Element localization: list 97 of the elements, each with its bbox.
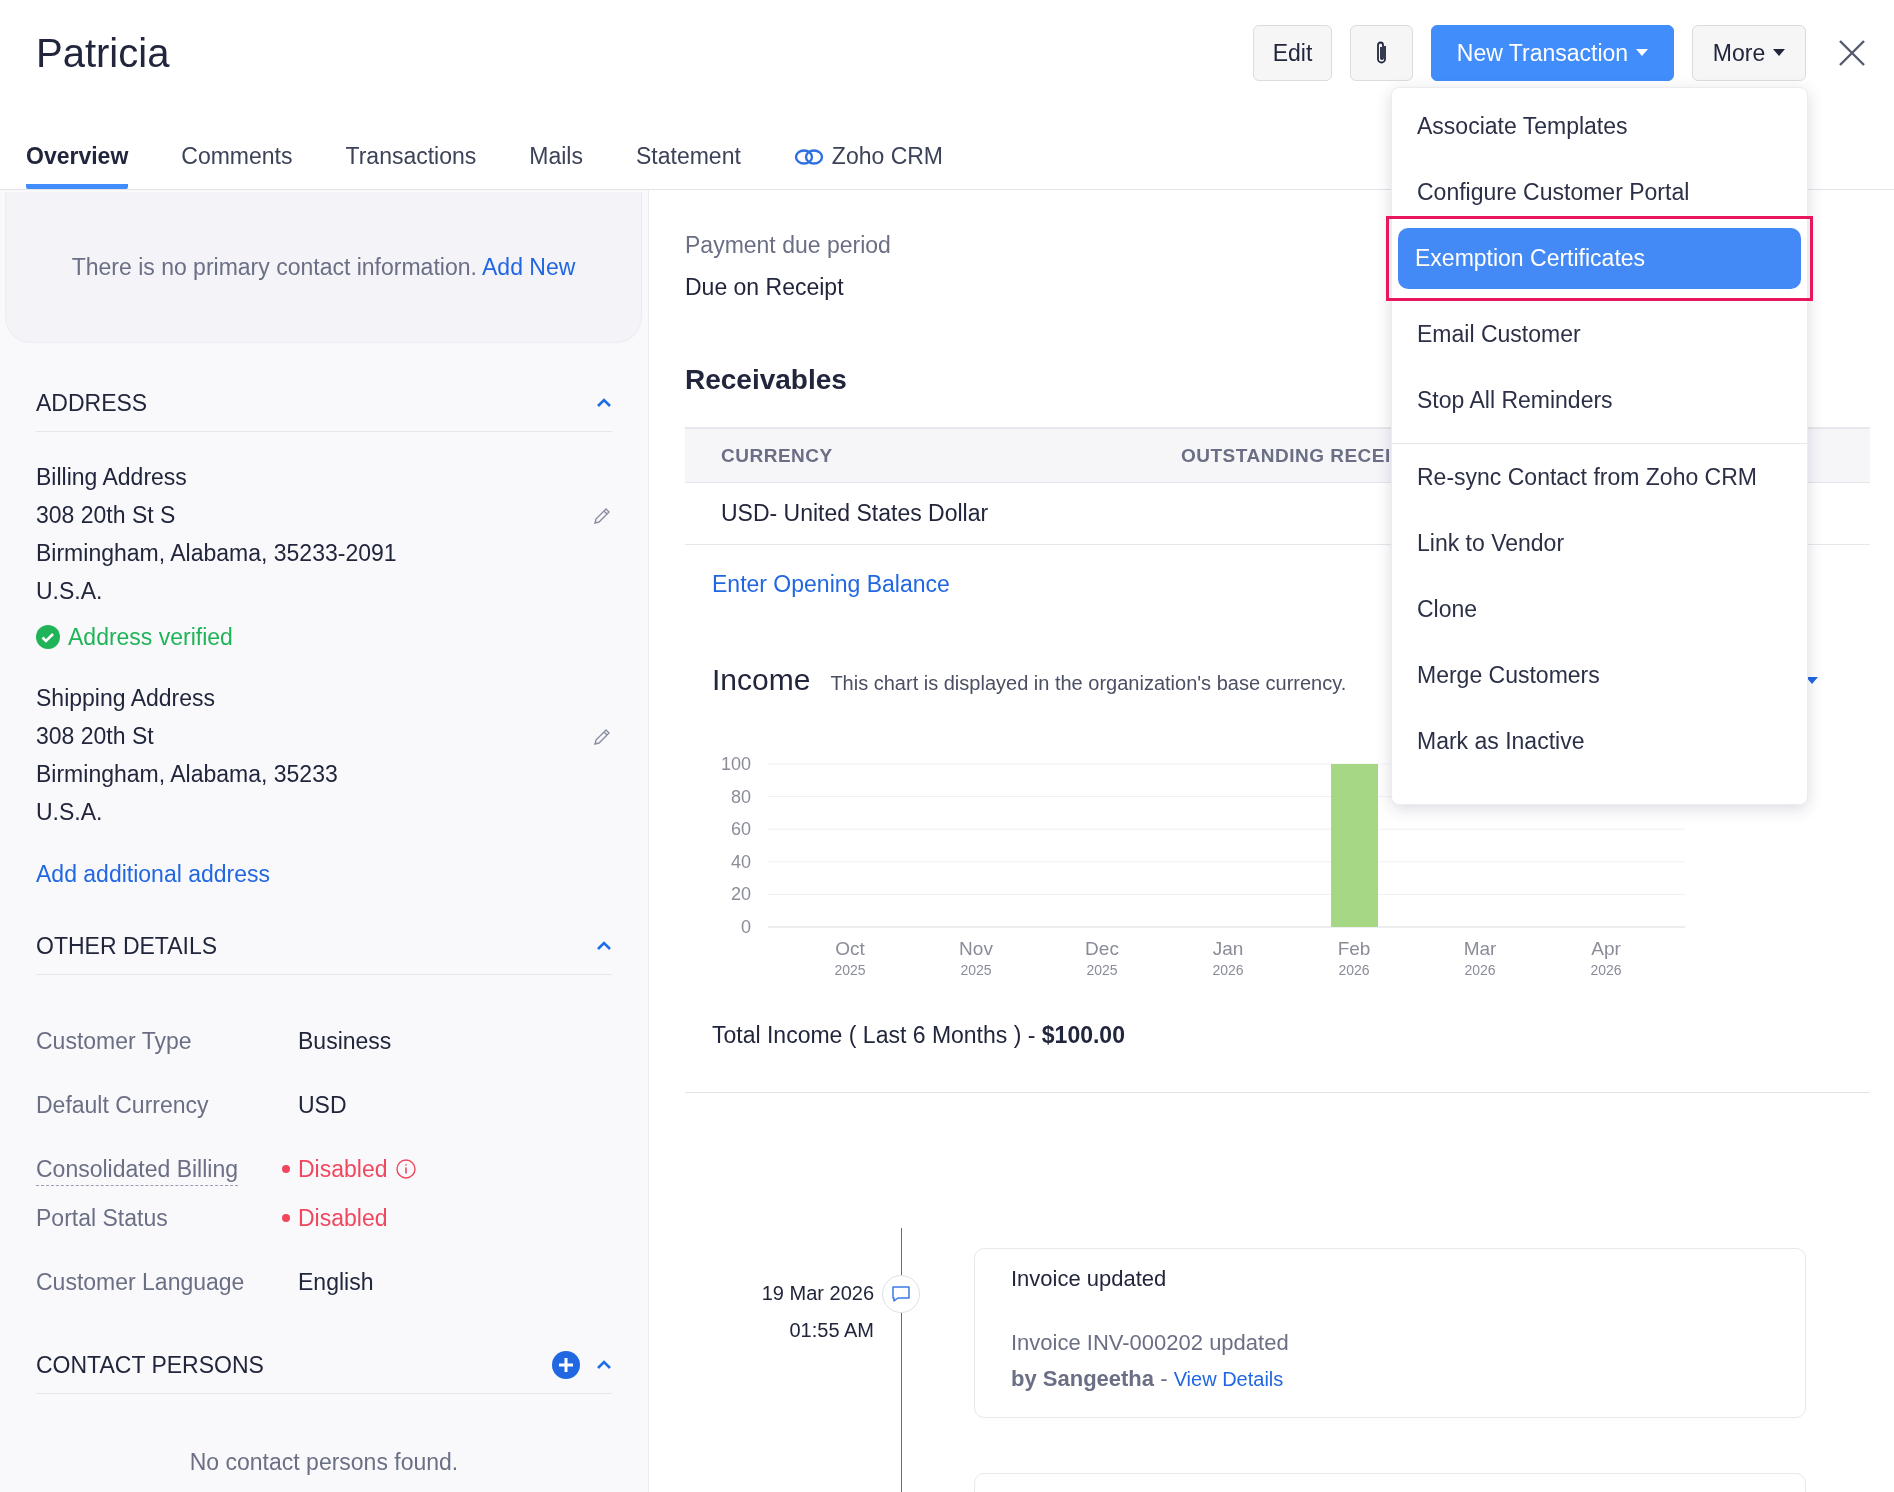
total-income: Total Income ( Last 6 Months ) - $100.00 (711, 1021, 1125, 1050)
menu-item[interactable]: Merge Customers (1392, 642, 1807, 708)
menu-item[interactable]: Associate Templates (1392, 93, 1807, 159)
close-icon (1838, 39, 1866, 67)
attachment-button[interactable] (1350, 25, 1413, 81)
no-contact-message: There is no primary contact information. Add New (71, 253, 576, 281)
axis-tick-label: 20 (730, 884, 751, 905)
section-title: Receivables (685, 363, 847, 397)
menu-item[interactable]: Email Customer (1392, 301, 1807, 367)
detail-label: Consolidated Billing (36, 1155, 239, 1183)
address-line: 308 20th St (36, 722, 155, 751)
more-button[interactable]: More (1692, 25, 1806, 81)
address-line: U.S.A. (36, 577, 104, 606)
address-title: Shipping Address (36, 684, 216, 713)
menu-item[interactable]: Re-sync Contact from Zoho CRM (1392, 443, 1807, 510)
customer-name: Patricia (36, 30, 171, 76)
edit-button[interactable]: Edit (1253, 25, 1332, 81)
menu-item[interactable]: Clone (1392, 576, 1807, 642)
tab[interactable]: Comments (181, 143, 293, 189)
section-heading: OTHER DETAILS (36, 932, 219, 960)
chevron-up-icon[interactable] (596, 1360, 612, 1370)
address-line: Birmingham, Alabama, 35233-2091 (36, 539, 398, 568)
tab[interactable]: Transactions (345, 143, 477, 189)
pencil-icon[interactable] (592, 727, 612, 747)
chevron-up-icon[interactable] (596, 398, 612, 408)
detail-value: Disabled (298, 1204, 388, 1232)
month-label: Dec (1085, 938, 1119, 959)
verified-label: Address verified (68, 623, 233, 651)
add-icon[interactable] (552, 1351, 580, 1379)
activity-description: Invoice INV-000202 updated (1011, 1329, 1289, 1357)
activity-author: by Sangeetha - View Details (1011, 1365, 1284, 1393)
column-header: CURRENCY (721, 444, 834, 467)
detail-value: Business (298, 1027, 392, 1055)
tab[interactable]: Zoho CRM (793, 143, 944, 189)
year-label: 2025 (834, 962, 866, 978)
table-cell: USD- United States Dollar (721, 500, 989, 527)
address-line: Birmingham, Alabama, 35233 (36, 760, 339, 789)
month-label: Jan (1212, 938, 1244, 959)
detail-value: English (298, 1268, 374, 1296)
address-line: U.S.A. (36, 798, 104, 827)
add-new-link[interactable]: Add New (482, 253, 576, 280)
month-label: Nov (959, 938, 993, 959)
year-label: 2026 (1590, 962, 1622, 978)
year-label: 2026 (1338, 962, 1370, 978)
view-details-link[interactable]: View Details (1173, 1368, 1284, 1390)
opening-balance-link[interactable]: Enter Opening Balance (712, 571, 950, 597)
activity-time: 01:55 AM (789, 1318, 874, 1343)
menu-item[interactable]: Mark as Inactive (1392, 708, 1807, 774)
detail-value: Disabled (298, 1155, 388, 1183)
caret-icon (1806, 677, 1818, 685)
detail-value: USD (298, 1091, 347, 1119)
section-heading: ADDRESS (36, 389, 149, 417)
status-dot (282, 1214, 290, 1222)
tab[interactable]: Mails (529, 143, 583, 189)
caret-icon (1773, 49, 1786, 57)
section-heading: CONTACT PERSONS (36, 1351, 265, 1379)
comment-icon (891, 1285, 911, 1303)
activity-title: Invoice updated (1011, 1267, 1167, 1291)
detail-label: Customer Language (36, 1268, 246, 1296)
column-header: OUTSTANDING RECEI (1181, 444, 1392, 467)
year-label: 2025 (960, 962, 992, 978)
chart-note: This chart is displayed in the organization's base currency. (830, 672, 1347, 695)
caret-icon (1636, 49, 1649, 57)
month-label: Mar (1463, 938, 1497, 959)
detail-label: Customer Type (36, 1027, 193, 1055)
detail-label: Portal Status (36, 1204, 169, 1232)
menu-item[interactable]: Stop All Reminders (1392, 367, 1807, 433)
axis-tick-label: 40 (730, 851, 751, 872)
info-icon[interactable] (395, 1159, 416, 1179)
section-title: Income (712, 663, 811, 697)
year-label: 2026 (1464, 962, 1496, 978)
empty-message: No contact persons found. (188, 1449, 460, 1476)
field-value: Due on Receipt (685, 273, 844, 302)
paperclip-icon (1374, 40, 1389, 66)
chevron-up-icon[interactable] (596, 941, 612, 951)
activity-date: 19 Mar 2026 (761, 1281, 874, 1306)
axis-tick-label: 80 (730, 786, 751, 807)
axis-tick-label: 0 (741, 917, 751, 937)
address-line: 308 20th St S (36, 501, 177, 530)
month-label: Oct (835, 938, 865, 959)
month-label: Apr (1591, 938, 1621, 959)
axis-tick-label: 60 (730, 819, 751, 840)
menu-item[interactable]: Configure Customer Portal (1392, 159, 1807, 225)
year-label: 2025 (1086, 962, 1118, 978)
status-dot (282, 1165, 290, 1173)
axis-tick-label: 100 (720, 754, 751, 774)
menu-item[interactable]: Link to Vendor (1392, 510, 1807, 576)
check-circle-icon (36, 625, 60, 649)
linked-rings-icon (793, 147, 824, 166)
pencil-icon[interactable] (592, 506, 612, 526)
add-address-link[interactable]: Add additional address (36, 861, 270, 887)
year-label: 2026 (1212, 962, 1244, 978)
month-label: Feb (1337, 938, 1371, 959)
field-label: Payment due period (685, 231, 891, 260)
detail-label: Default Currency (36, 1091, 210, 1119)
address-title: Billing Address (36, 463, 188, 492)
tab[interactable]: Statement (636, 143, 741, 189)
